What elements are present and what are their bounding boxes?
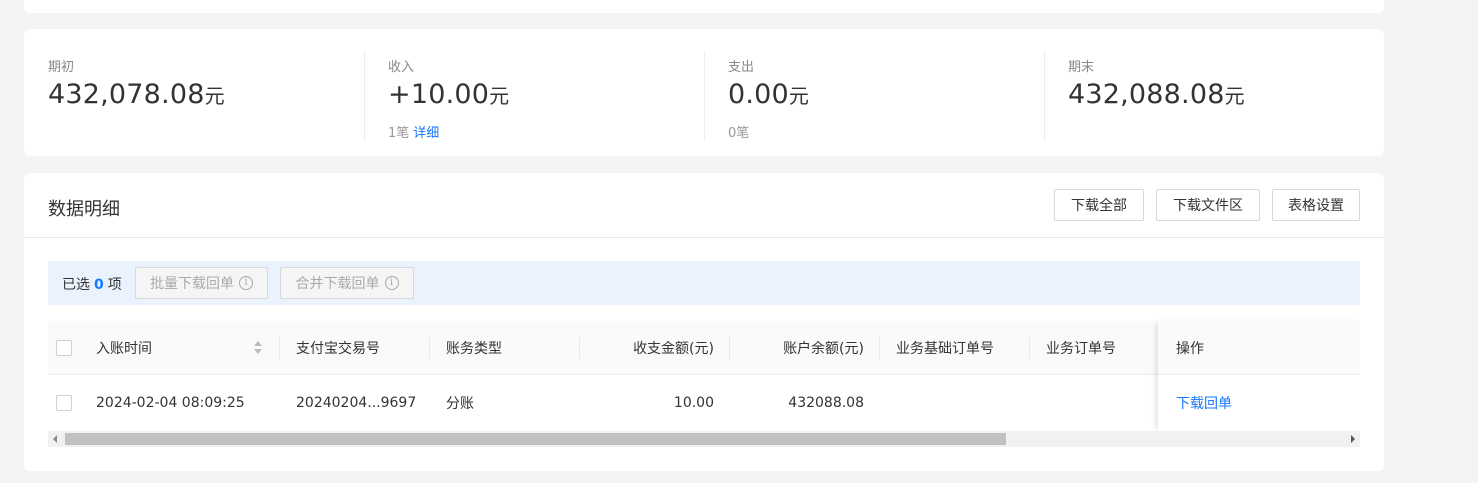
amount-value: 432,088.08 [1068, 79, 1225, 110]
select-all-checkbox[interactable] [56, 339, 72, 356]
batch-download-button[interactable]: 批量下载回单 i [135, 267, 268, 299]
download-all-button[interactable]: 下载全部 [1054, 189, 1144, 221]
stat-amount: 432,088.08元 [1068, 79, 1245, 110]
column-header: 支付宝交易号 [296, 340, 380, 357]
stat-amount: 432,078.08元 [48, 79, 225, 110]
button-label: 合并下载回单 [295, 276, 380, 292]
stat-label: 期末 [1068, 60, 1095, 75]
cell-type: 分账 [446, 396, 474, 412]
column-header: 业务订单号 [1046, 340, 1116, 357]
scrollbar-thumb[interactable] [65, 433, 1006, 445]
stat-label: 期初 [48, 60, 75, 75]
stat-amount: 0.00元 [728, 79, 809, 110]
detail-link[interactable]: 详细 [413, 126, 439, 141]
column-header[interactable]: 入账时间 [96, 321, 152, 374]
column-header: 账户余额(元) [783, 340, 864, 357]
column-header: 收支金额(元) [633, 340, 714, 357]
selection-count: 0 [94, 277, 104, 293]
column-divider [429, 337, 430, 359]
row-checkbox[interactable] [56, 395, 72, 411]
action-column: 操作 下载回单 [1158, 321, 1360, 431]
amount-value: 432,078.08 [48, 79, 205, 110]
cell-amount: 10.00 [673, 395, 714, 411]
amount-unit: 元 [788, 84, 810, 108]
table-settings-button[interactable]: 表格设置 [1272, 189, 1360, 221]
button-label: 批量下载回单 [150, 276, 234, 292]
column-divider [279, 337, 280, 359]
column-header: 业务基础订单号 [896, 340, 994, 357]
merge-download-button[interactable]: 合并下载回单 i [280, 267, 414, 299]
scroll-left-icon[interactable] [53, 435, 57, 443]
select-all-cell [56, 321, 72, 374]
section-title: 数据明细 [48, 199, 120, 220]
selection-prefix: 已选 [62, 277, 90, 293]
selection-status: 已选 0 项 [62, 274, 122, 294]
sort-icon[interactable] [254, 341, 262, 355]
divider [1044, 51, 1045, 141]
action-cell: 下载回单 [1158, 375, 1360, 431]
scroll-right-icon[interactable] [1351, 435, 1355, 443]
stat-label: 收入 [388, 60, 415, 75]
amount-unit: 元 [489, 84, 510, 108]
info-icon[interactable]: i [239, 276, 253, 290]
cell-trade-no: 20240204...9697 [296, 395, 417, 411]
row-select-cell [56, 375, 72, 431]
detail-card: 数据明细 下载全部 下载文件区 表格设置 已选 0 项 批量下载回单 i 合并下载回… [24, 173, 1384, 471]
count-text: 1笔 [388, 126, 410, 141]
cell-balance: 432088.08 [788, 395, 864, 411]
horizontal-scrollbar[interactable] [48, 431, 1360, 447]
header-divider [24, 237, 1384, 238]
column-header: 账务类型 [446, 340, 502, 357]
summary-card: 期初 432,078.08元 收入 +10.00元 1笔 详细 支出 0.00元 … [24, 29, 1384, 156]
stat-sub: 1笔 详细 [388, 122, 439, 141]
data-table: 入账时间 支付宝交易号 账务类型 收支金额(元) 账户余额(元) 业务基础订单号… [48, 321, 1360, 431]
stat-label: 支出 [728, 60, 755, 75]
download-receipt-link[interactable]: 下载回单 [1176, 393, 1232, 413]
previous-card [24, 0, 1384, 13]
amount-value: +10.00 [388, 79, 490, 110]
amount-value: 0.00 [728, 79, 789, 110]
column-divider [1029, 337, 1030, 359]
divider [704, 51, 705, 141]
stat-amount: +10.00元 [388, 79, 509, 110]
stat-sub: 0笔 [728, 126, 750, 141]
amount-unit: 元 [1224, 84, 1245, 108]
amount-unit: 元 [204, 84, 225, 108]
column-header: 操作 [1158, 321, 1360, 375]
download-area-button[interactable]: 下载文件区 [1156, 189, 1260, 221]
divider [364, 51, 365, 141]
info-icon[interactable]: i [384, 276, 399, 290]
cell-time: 2024-02-04 08:09:25 [96, 395, 245, 411]
selection-bar: 已选 0 项 批量下载回单 i 合并下载回单 i [48, 261, 1360, 305]
column-divider [879, 337, 880, 359]
selection-suffix: 项 [107, 277, 122, 293]
